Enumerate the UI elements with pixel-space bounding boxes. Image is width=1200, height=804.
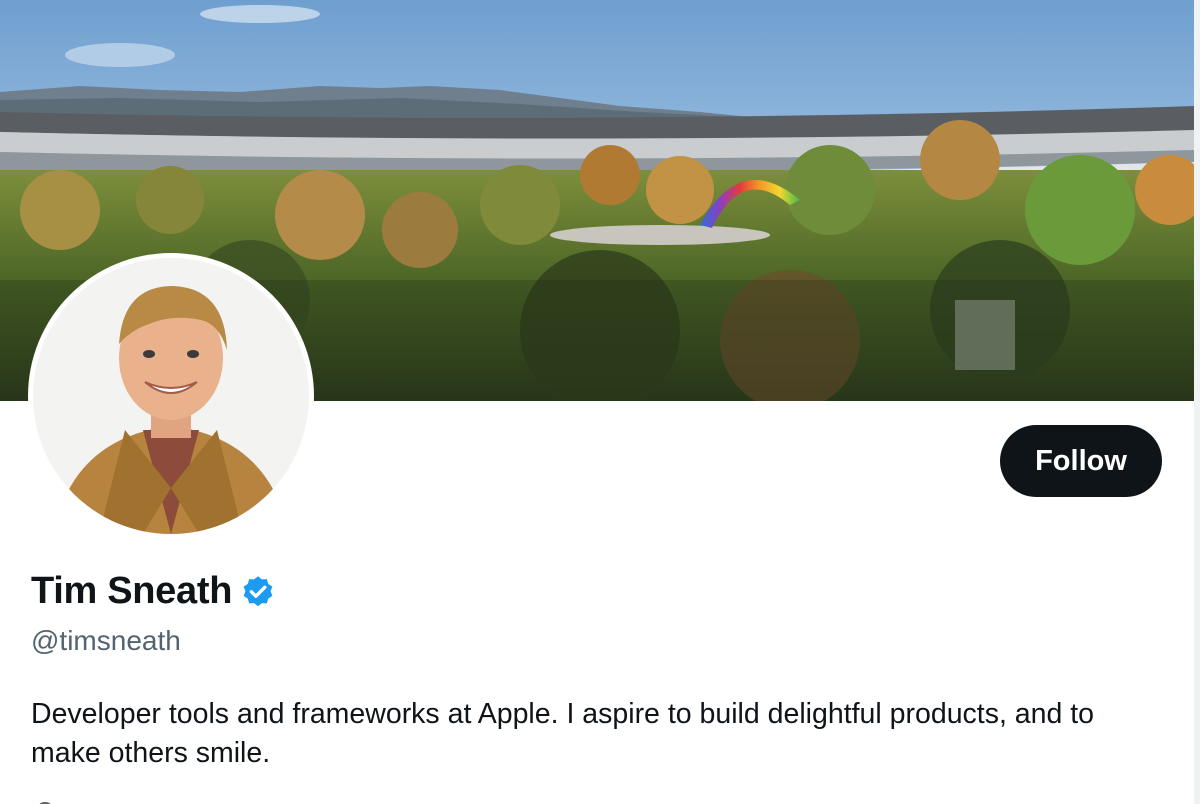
avatar[interactable] [33, 258, 309, 534]
verified-badge-icon[interactable] [240, 574, 276, 610]
profile-bio: Developer tools and frameworks at Apple.… [31, 698, 1095, 769]
follow-button[interactable]: Follow [1000, 425, 1162, 497]
profile-page: Follow Tim Sneath @timsneath Developer t… [0, 0, 1200, 804]
display-name: Tim Sneath [31, 570, 233, 612]
profile-handle: @timsneath [31, 625, 181, 656]
avatar-frame[interactable] [28, 253, 314, 539]
location-icon [31, 796, 61, 804]
display-name-row: Tim Sneath [31, 570, 276, 613]
scrollbar-track[interactable] [1194, 0, 1200, 804]
